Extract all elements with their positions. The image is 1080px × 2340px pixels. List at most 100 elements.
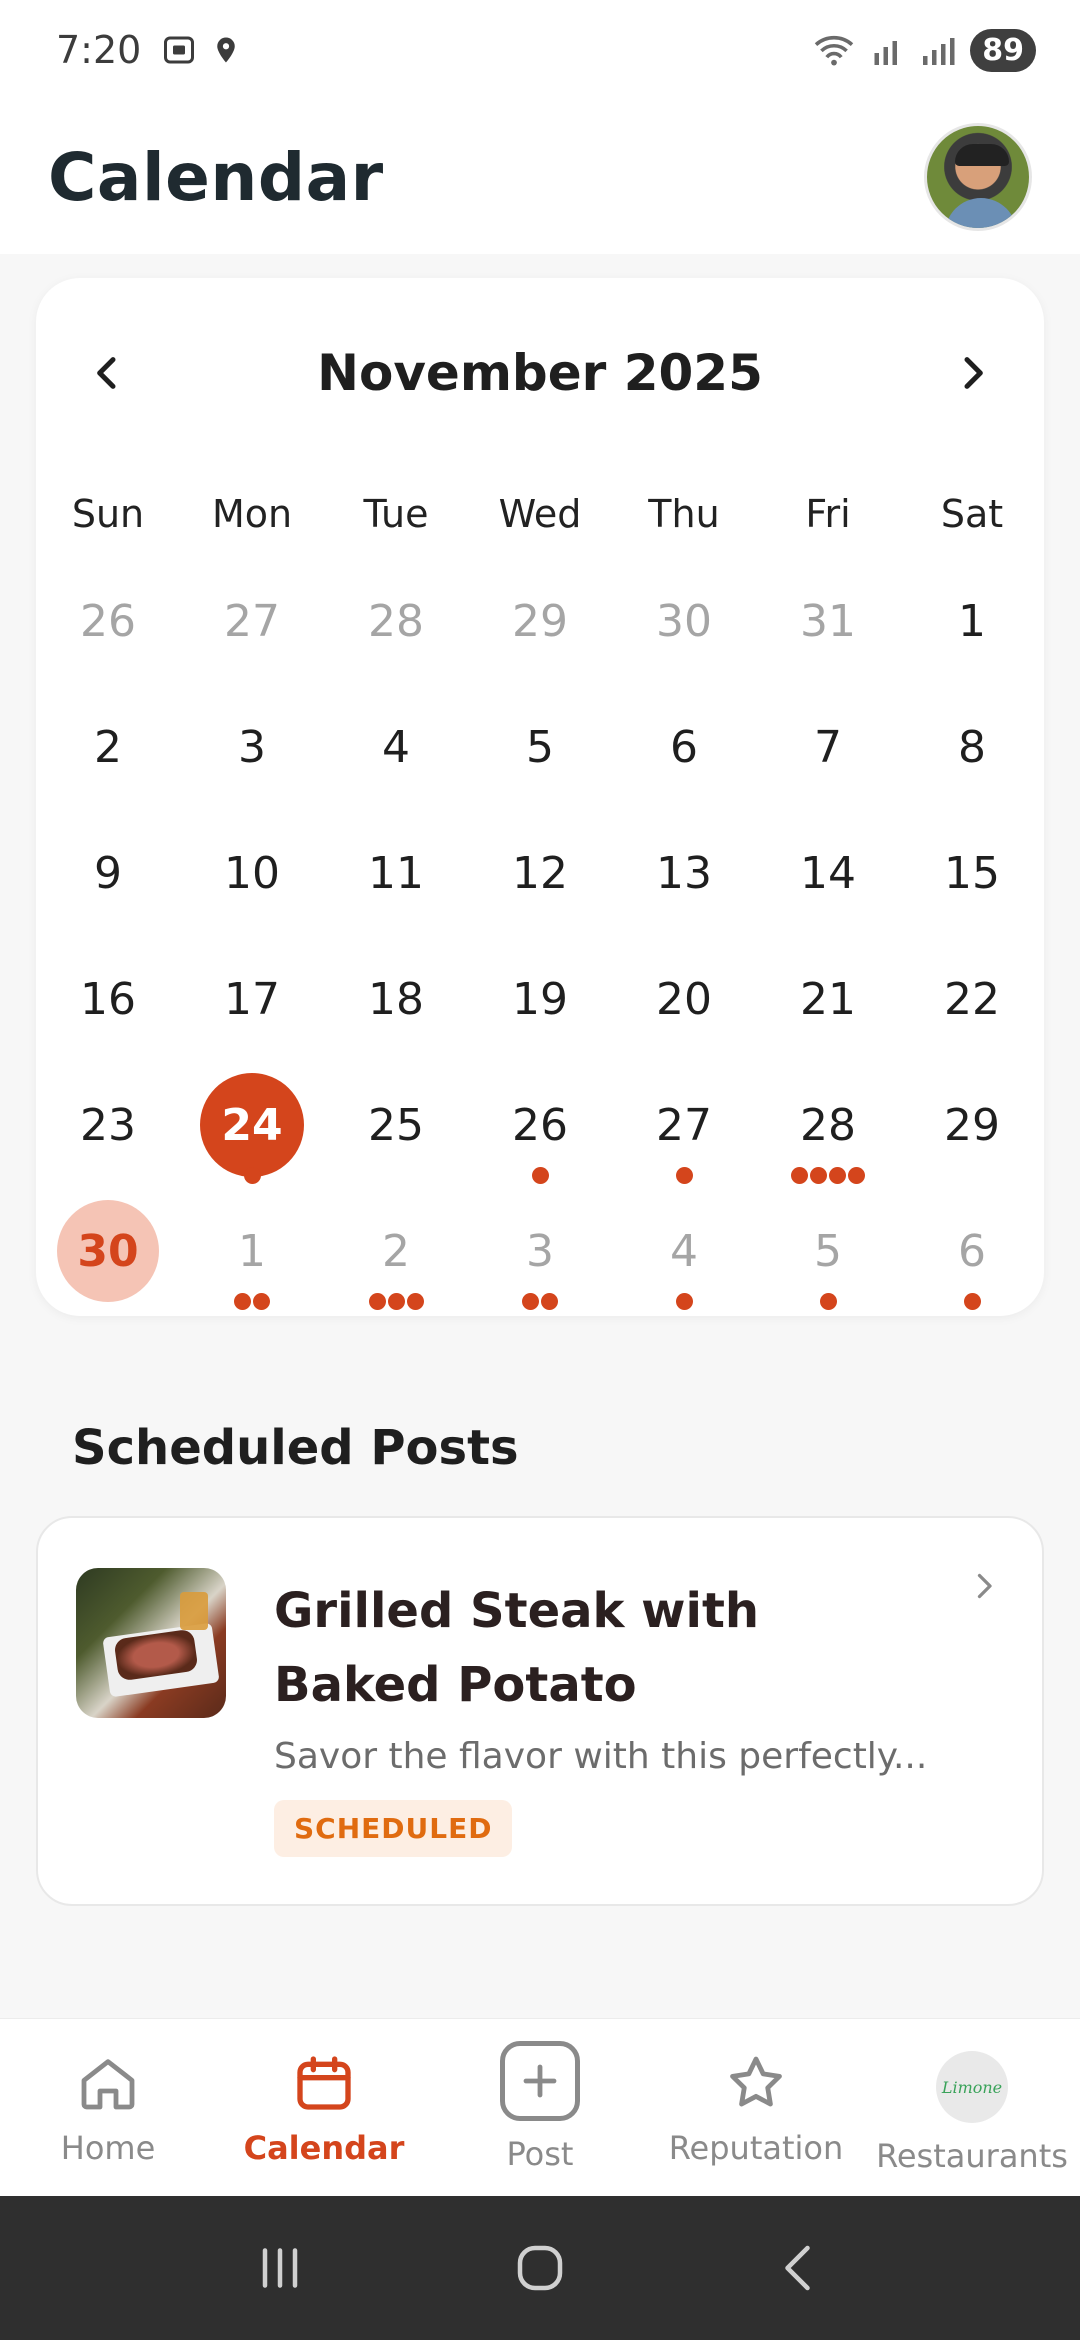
calendar-day-today[interactable]: 30 bbox=[36, 1188, 180, 1314]
calendar-day[interactable]: 10 bbox=[180, 810, 324, 936]
calendar-day[interactable]: 15 bbox=[900, 810, 1044, 936]
day-number: 15 bbox=[944, 847, 1000, 899]
day-number: 13 bbox=[656, 847, 712, 899]
nav-label: Calendar bbox=[243, 2129, 405, 2167]
calendar-day[interactable]: 8 bbox=[900, 684, 1044, 810]
calendar-day[interactable]: 21 bbox=[756, 936, 900, 1062]
home-button-icon[interactable] bbox=[510, 2238, 570, 2298]
recent-apps-icon[interactable] bbox=[250, 2238, 310, 2298]
status-icons-left bbox=[161, 32, 241, 68]
day-number: 21 bbox=[800, 973, 856, 1025]
day-number: 26 bbox=[80, 595, 136, 647]
status-bar: 7:20 89 bbox=[0, 0, 1080, 100]
home-icon bbox=[81, 2059, 135, 2110]
battery-indicator: 89 bbox=[970, 28, 1036, 72]
calendar-week-row: 16 17 18 19 20 21 22 bbox=[36, 936, 1044, 1062]
calendar-day[interactable]: 6 bbox=[900, 1188, 1044, 1314]
scheduled-post-card[interactable]: Grilled Steak with Baked Potato Savor th… bbox=[36, 1516, 1044, 1906]
day-number: 27 bbox=[224, 595, 280, 647]
post-open-button[interactable] bbox=[966, 1568, 1002, 1608]
calendar-day[interactable]: 26 bbox=[468, 1062, 612, 1188]
calendar-day[interactable]: 13 bbox=[612, 810, 756, 936]
nav-item-restaurants[interactable]: Limone Restaurants bbox=[864, 2019, 1080, 2196]
calendar-day[interactable]: 2 bbox=[36, 684, 180, 810]
event-dots bbox=[324, 1293, 468, 1310]
calendar-day[interactable]: 28 bbox=[324, 558, 468, 684]
calendar-day[interactable]: 3 bbox=[180, 684, 324, 810]
event-dot bbox=[675, 1167, 693, 1184]
calendar-week-row: 30 1 2 3 4 5 6 bbox=[36, 1188, 1044, 1314]
next-month-button[interactable] bbox=[940, 341, 1004, 405]
calendar-day-selected[interactable]: 24 bbox=[180, 1062, 324, 1188]
calendar-day[interactable]: 1 bbox=[900, 558, 1044, 684]
calendar-day[interactable]: 14 bbox=[756, 810, 900, 936]
nav-item-home[interactable]: Home bbox=[0, 2019, 216, 2196]
day-number: 22 bbox=[944, 973, 1000, 1025]
event-dot bbox=[522, 1293, 539, 1310]
day-number: 16 bbox=[80, 973, 136, 1025]
calendar-day[interactable]: 23 bbox=[36, 1062, 180, 1188]
calendar-day[interactable]: 9 bbox=[36, 810, 180, 936]
event-dot bbox=[829, 1167, 846, 1184]
calendar-day[interactable]: 11 bbox=[324, 810, 468, 936]
calendar-day[interactable]: 27 bbox=[612, 1062, 756, 1188]
restaurant-logo: Limone bbox=[936, 2051, 1008, 2123]
calendar-icon bbox=[297, 2056, 351, 2110]
calendar-day[interactable]: 29 bbox=[900, 1062, 1044, 1188]
prev-month-button[interactable] bbox=[76, 341, 140, 405]
calendar-day[interactable]: 7 bbox=[756, 684, 900, 810]
calendar-card: November 2025 Sun Mon Tue Wed Thu Fri Sa… bbox=[36, 278, 1044, 1316]
calendar-day[interactable]: 19 bbox=[468, 936, 612, 1062]
calendar-day[interactable]: 5 bbox=[468, 684, 612, 810]
nav-item-reputation[interactable]: Reputation bbox=[648, 2019, 864, 2196]
day-number: 19 bbox=[512, 973, 568, 1025]
calendar-day[interactable]: 17 bbox=[180, 936, 324, 1062]
calendar-week-row: 23 24 25 26 27 28 29 bbox=[36, 1062, 1044, 1188]
event-dot bbox=[234, 1293, 251, 1310]
calendar-day[interactable]: 1 bbox=[180, 1188, 324, 1314]
avatar[interactable] bbox=[924, 123, 1032, 231]
weekday-label: Fri bbox=[805, 492, 851, 536]
day-number: 3 bbox=[238, 721, 266, 773]
calendar-grid: 26 27 28 29 30 31 1 2 3 4 5 6 7 8 9 10 11 12 13 14 15 16 17 18 1… bbox=[36, 558, 1044, 1314]
weekday-label: Tue bbox=[363, 492, 429, 536]
event-dot bbox=[819, 1293, 837, 1310]
post-button[interactable] bbox=[500, 2041, 580, 2121]
calendar-day[interactable]: 26 bbox=[36, 558, 180, 684]
calendar-day[interactable]: 25 bbox=[324, 1062, 468, 1188]
calendar-day[interactable]: 18 bbox=[324, 936, 468, 1062]
calendar-day[interactable]: 5 bbox=[756, 1188, 900, 1314]
calendar-day[interactable]: 6 bbox=[612, 684, 756, 810]
calendar-day[interactable]: 4 bbox=[324, 684, 468, 810]
back-icon[interactable] bbox=[770, 2238, 830, 2298]
location-icon bbox=[217, 37, 236, 63]
day-number: 12 bbox=[512, 847, 568, 899]
day-number: 9 bbox=[94, 847, 122, 899]
day-number: 10 bbox=[224, 847, 280, 899]
post-thumbnail bbox=[76, 1568, 226, 1718]
day-number: 3 bbox=[526, 1225, 554, 1277]
calendar-day[interactable]: 20 bbox=[612, 936, 756, 1062]
day-number: 11 bbox=[368, 847, 424, 899]
calendar-day[interactable]: 30 bbox=[612, 558, 756, 684]
calendar-day[interactable]: 4 bbox=[612, 1188, 756, 1314]
weekday-label: Wed bbox=[498, 492, 582, 536]
calendar-day[interactable]: 12 bbox=[468, 810, 612, 936]
calendar-day[interactable]: 31 bbox=[756, 558, 900, 684]
calendar-day[interactable]: 28 bbox=[756, 1062, 900, 1188]
calendar-day[interactable]: 27 bbox=[180, 558, 324, 684]
day-number: 24 bbox=[221, 1099, 283, 1151]
calendar-day[interactable]: 29 bbox=[468, 558, 612, 684]
calendar-day[interactable]: 2 bbox=[324, 1188, 468, 1314]
weekday-row: Sun Mon Tue Wed Thu Fri Sat bbox=[36, 492, 1044, 536]
chevron-left-icon bbox=[97, 357, 116, 389]
chevron-right-icon bbox=[964, 357, 983, 389]
calendar-day[interactable]: 22 bbox=[900, 936, 1044, 1062]
calendar-day[interactable]: 16 bbox=[36, 936, 180, 1062]
calendar-day[interactable]: 3 bbox=[468, 1188, 612, 1314]
event-dot bbox=[387, 1293, 405, 1310]
nav-item-post[interactable]: Post bbox=[432, 2019, 648, 2196]
status-badge: SCHEDULED bbox=[274, 1800, 513, 1857]
nav-item-calendar[interactable]: Calendar bbox=[216, 2019, 432, 2196]
event-dot bbox=[848, 1167, 865, 1184]
